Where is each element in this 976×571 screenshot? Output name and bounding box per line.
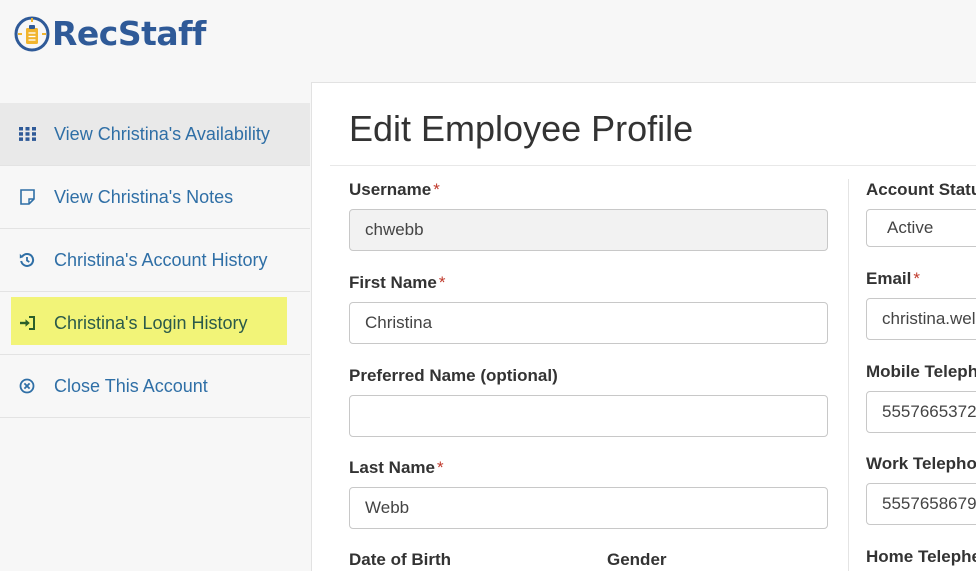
email-label: Email * [866, 269, 920, 289]
last-name-label-text: Last Name [349, 458, 435, 477]
required-marker: * [438, 273, 446, 292]
logo-icon [14, 16, 50, 52]
first-name-field[interactable] [349, 302, 828, 344]
email-label-text: Email [866, 269, 912, 288]
work-telephone-field[interactable] [866, 483, 976, 525]
mobile-telephone-label-text: Mobile Teleph [866, 362, 976, 381]
required-marker: * [436, 458, 444, 477]
gender-label: Gender [607, 550, 667, 570]
recstaff-logo[interactable]: RecStaff [14, 14, 206, 54]
account-status-label: Account Statu [866, 180, 976, 200]
work-telephone-label-text: Work Telepho [866, 454, 976, 473]
header: RecStaff [0, 0, 976, 82]
sign-in-icon [18, 314, 36, 332]
page-title: Edit Employee Profile [349, 108, 694, 149]
main-panel: Edit Employee Profile Username* First Na… [311, 82, 976, 571]
required-marker: * [433, 180, 440, 199]
username-label: Username * [349, 180, 440, 200]
column-divider [848, 179, 849, 571]
email-field[interactable] [866, 298, 976, 340]
username-field[interactable] [349, 209, 828, 251]
sidebar: View Christina's Availability View Chris… [0, 103, 310, 418]
history-icon [18, 251, 36, 269]
username-label-text: Username [349, 180, 432, 199]
grid-icon [18, 125, 36, 143]
date-of-birth-label-text: Date of Birth [349, 550, 451, 569]
account-status-label-text: Account Statu [866, 180, 976, 199]
preferred-name-field[interactable] [349, 395, 828, 437]
home-telephone-label-text: Home Telephe [866, 547, 976, 566]
preferred-name-label: Preferred Name (optional) [349, 366, 558, 386]
sidebar-item-close-account[interactable]: Close This Account [0, 355, 310, 418]
close-circle-icon [18, 377, 36, 395]
gender-label-text: Gender [607, 550, 667, 569]
date-of-birth-label: Date of Birth [349, 550, 451, 570]
sidebar-item-account-history[interactable]: Christina's Account History [0, 229, 310, 292]
sidebar-item-label: Christina's Account History [54, 249, 268, 270]
last-name-field[interactable] [349, 487, 828, 529]
sidebar-item-label: View Christina's Notes [54, 186, 234, 207]
account-status-select[interactable]: Active [866, 209, 976, 247]
sidebar-item-label: Christina's Login History [54, 312, 248, 333]
sidebar-item-availability[interactable]: View Christina's Availability [0, 103, 310, 166]
mobile-telephone-label: Mobile Teleph [866, 362, 976, 382]
first-name-label-text: First Name [349, 273, 437, 292]
mobile-telephone-field[interactable] [866, 391, 976, 433]
sidebar-item-label: View Christina's Availability [54, 123, 270, 144]
note-icon [18, 188, 36, 206]
title-divider [330, 165, 976, 166]
last-name-label: Last Name * [349, 458, 444, 478]
brand-name: RecStaff [52, 14, 206, 53]
required-marker: * [913, 269, 920, 288]
preferred-name-label-text: Preferred Name (optional) [349, 366, 558, 385]
account-status-value: Active [887, 218, 934, 237]
first-name-label: First Name * [349, 273, 446, 293]
home-telephone-label: Home Telephe [866, 547, 976, 567]
work-telephone-label: Work Telepho [866, 454, 976, 474]
sidebar-item-login-history[interactable]: Christina's Login History [0, 292, 310, 355]
sidebar-item-label: Close This Account [54, 375, 208, 396]
sidebar-item-notes[interactable]: View Christina's Notes [0, 166, 310, 229]
